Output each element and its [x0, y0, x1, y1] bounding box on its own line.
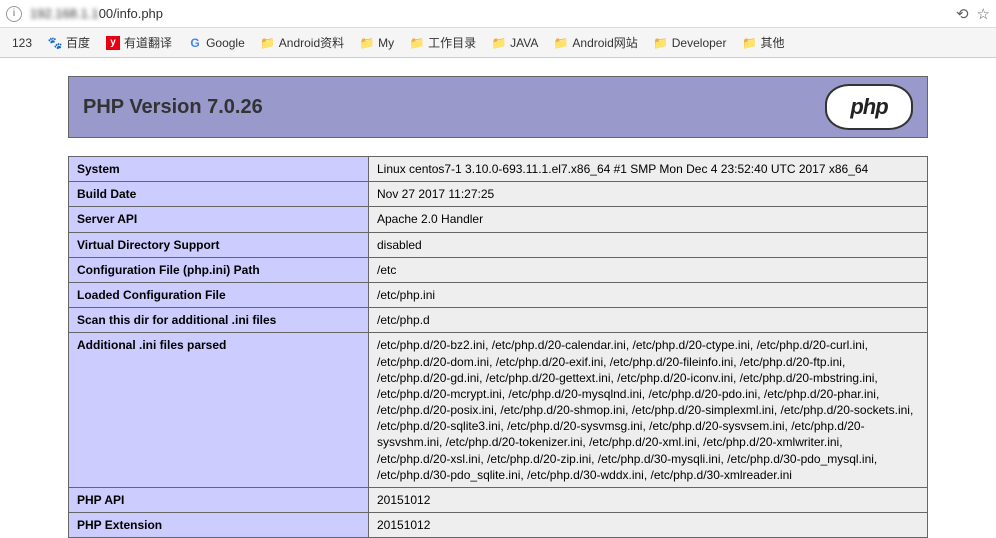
table-row: Build DateNov 27 2017 11:27:25: [69, 182, 928, 207]
php-logo-icon: php: [825, 84, 913, 130]
table-row: Loaded Configuration File/etc/php.ini: [69, 282, 928, 307]
folder-icon: 📁: [742, 36, 756, 50]
table-row: Scan this dir for additional .ini files/…: [69, 308, 928, 333]
info-key: PHP Extension: [69, 513, 369, 538]
folder-icon: 📁: [654, 36, 668, 50]
info-key: Additional .ini files parsed: [69, 333, 369, 488]
info-key: System: [69, 157, 369, 182]
table-row: PHP API20151012: [69, 488, 928, 513]
folder-icon: 📁: [554, 36, 568, 50]
info-value: Apache 2.0 Handler: [369, 207, 928, 232]
url-display: 192.168.1.100/info.php: [30, 6, 956, 21]
bookmark-youdao[interactable]: y有道翻译: [100, 32, 178, 53]
info-value: Nov 27 2017 11:27:25: [369, 182, 928, 207]
url-blurred-host: 192.168.1.1: [30, 6, 99, 21]
info-key: Loaded Configuration File: [69, 282, 369, 307]
info-key: Scan this dir for additional .ini files: [69, 308, 369, 333]
info-key: Server API: [69, 207, 369, 232]
info-key: Build Date: [69, 182, 369, 207]
info-value: /etc/php.d: [369, 308, 928, 333]
bookmark-workdir[interactable]: 📁工作目录: [404, 32, 482, 53]
info-value: /etc/php.ini: [369, 282, 928, 307]
info-value: Linux centos7-1 3.10.0-693.11.1.el7.x86_…: [369, 157, 928, 182]
folder-icon: 📁: [360, 36, 374, 50]
bookmark-123[interactable]: 123: [6, 34, 38, 52]
youdao-icon: y: [106, 36, 120, 50]
star-icon[interactable]: ☆: [977, 5, 990, 23]
address-bar[interactable]: i 192.168.1.100/info.php ⟲ ☆: [0, 0, 996, 28]
translate-icon[interactable]: ⟲: [956, 5, 969, 23]
php-version-title: PHP Version 7.0.26: [83, 96, 263, 119]
bookmark-other[interactable]: 📁其他: [736, 32, 790, 53]
bookmark-baidu[interactable]: 🐾百度: [42, 32, 96, 53]
bookmark-my[interactable]: 📁My: [354, 34, 400, 52]
info-key: Configuration File (php.ini) Path: [69, 257, 369, 282]
info-value: 20151012: [369, 513, 928, 538]
page-info-icon[interactable]: i: [6, 6, 22, 22]
phpinfo-container: PHP Version 7.0.26 php SystemLinux cento…: [68, 76, 928, 538]
info-key: Virtual Directory Support: [69, 232, 369, 257]
table-row: PHP Extension20151012: [69, 513, 928, 538]
table-row: Server APIApache 2.0 Handler: [69, 207, 928, 232]
folder-icon: 📁: [410, 36, 424, 50]
google-icon: G: [188, 36, 202, 50]
folder-icon: 📁: [492, 36, 506, 50]
table-row: Virtual Directory Supportdisabled: [69, 232, 928, 257]
info-value: 20151012: [369, 488, 928, 513]
bookmarks-bar: 123 🐾百度 y有道翻译 GGoogle 📁Android资料 📁My 📁工作…: [0, 28, 996, 58]
bookmark-java[interactable]: 📁JAVA: [486, 34, 544, 52]
phpinfo-table: SystemLinux centos7-1 3.10.0-693.11.1.el…: [68, 156, 928, 538]
baidu-icon: 🐾: [48, 36, 62, 50]
table-row: Additional .ini files parsed/etc/php.d/2…: [69, 333, 928, 488]
table-row: SystemLinux centos7-1 3.10.0-693.11.1.el…: [69, 157, 928, 182]
bookmark-google[interactable]: GGoogle: [182, 34, 251, 52]
page-content: PHP Version 7.0.26 php SystemLinux cento…: [0, 76, 996, 538]
info-value: disabled: [369, 232, 928, 257]
bookmark-android-sites[interactable]: 📁Android网站: [548, 32, 643, 53]
table-row: Configuration File (php.ini) Path/etc: [69, 257, 928, 282]
bookmark-developer[interactable]: 📁Developer: [648, 34, 733, 52]
info-value: /etc/php.d/20-bz2.ini, /etc/php.d/20-cal…: [369, 333, 928, 488]
info-value: /etc: [369, 257, 928, 282]
bookmark-android-docs[interactable]: 📁Android资料: [255, 32, 350, 53]
phpinfo-header: PHP Version 7.0.26 php: [68, 76, 928, 138]
info-key: PHP API: [69, 488, 369, 513]
folder-icon: 📁: [261, 36, 275, 50]
